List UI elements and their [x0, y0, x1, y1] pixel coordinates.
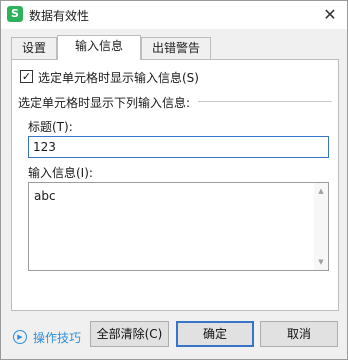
message-field-label: 输入信息(I):	[28, 166, 93, 180]
title-bar[interactable]: S 数据有效性 ✕	[1, 1, 347, 29]
input-message-panel: ✓ 选定单元格时显示输入信息(S) 选定单元格时显示下列输入信息: 标题(T):…	[11, 59, 339, 311]
tab-settings[interactable]: 设置	[11, 37, 57, 59]
title-field-label: 标题(T):	[28, 120, 73, 134]
scroll-down-icon[interactable]: ▼	[314, 256, 328, 268]
data-validation-dialog: S 数据有效性 ✕ 设置 输入信息 出错警告 ✓ 选定单元格时显示输入信息(S)…	[0, 0, 348, 360]
cancel-button[interactable]: 取消	[260, 321, 338, 347]
group-divider	[198, 101, 332, 102]
dialog-title: 数据有效性	[29, 9, 90, 23]
message-textarea[interactable]: abc ▲ ▼	[28, 182, 329, 271]
ok-button[interactable]: 确定	[176, 321, 254, 347]
title-input[interactable]: 123	[28, 136, 329, 158]
scroll-up-icon[interactable]: ▲	[314, 185, 328, 197]
message-text: abc	[34, 189, 56, 203]
wps-app-icon: S	[7, 6, 23, 22]
show-input-message-checkbox[interactable]: ✓	[20, 70, 33, 83]
close-icon[interactable]: ✕	[319, 4, 341, 26]
message-scrollbar[interactable]: ▲ ▼	[314, 183, 328, 270]
tips-label[interactable]: 操作技巧	[33, 329, 81, 346]
clear-all-button[interactable]: 全部清除(C)	[90, 321, 169, 347]
show-input-message-label[interactable]: 选定单元格时显示输入信息(S)	[38, 69, 199, 86]
tab-error-alert[interactable]: 出错警告	[141, 37, 211, 59]
group-label: 选定单元格时显示下列输入信息:	[18, 94, 191, 111]
play-icon: ▶	[13, 330, 27, 344]
tab-input-message[interactable]: 输入信息	[57, 35, 141, 60]
